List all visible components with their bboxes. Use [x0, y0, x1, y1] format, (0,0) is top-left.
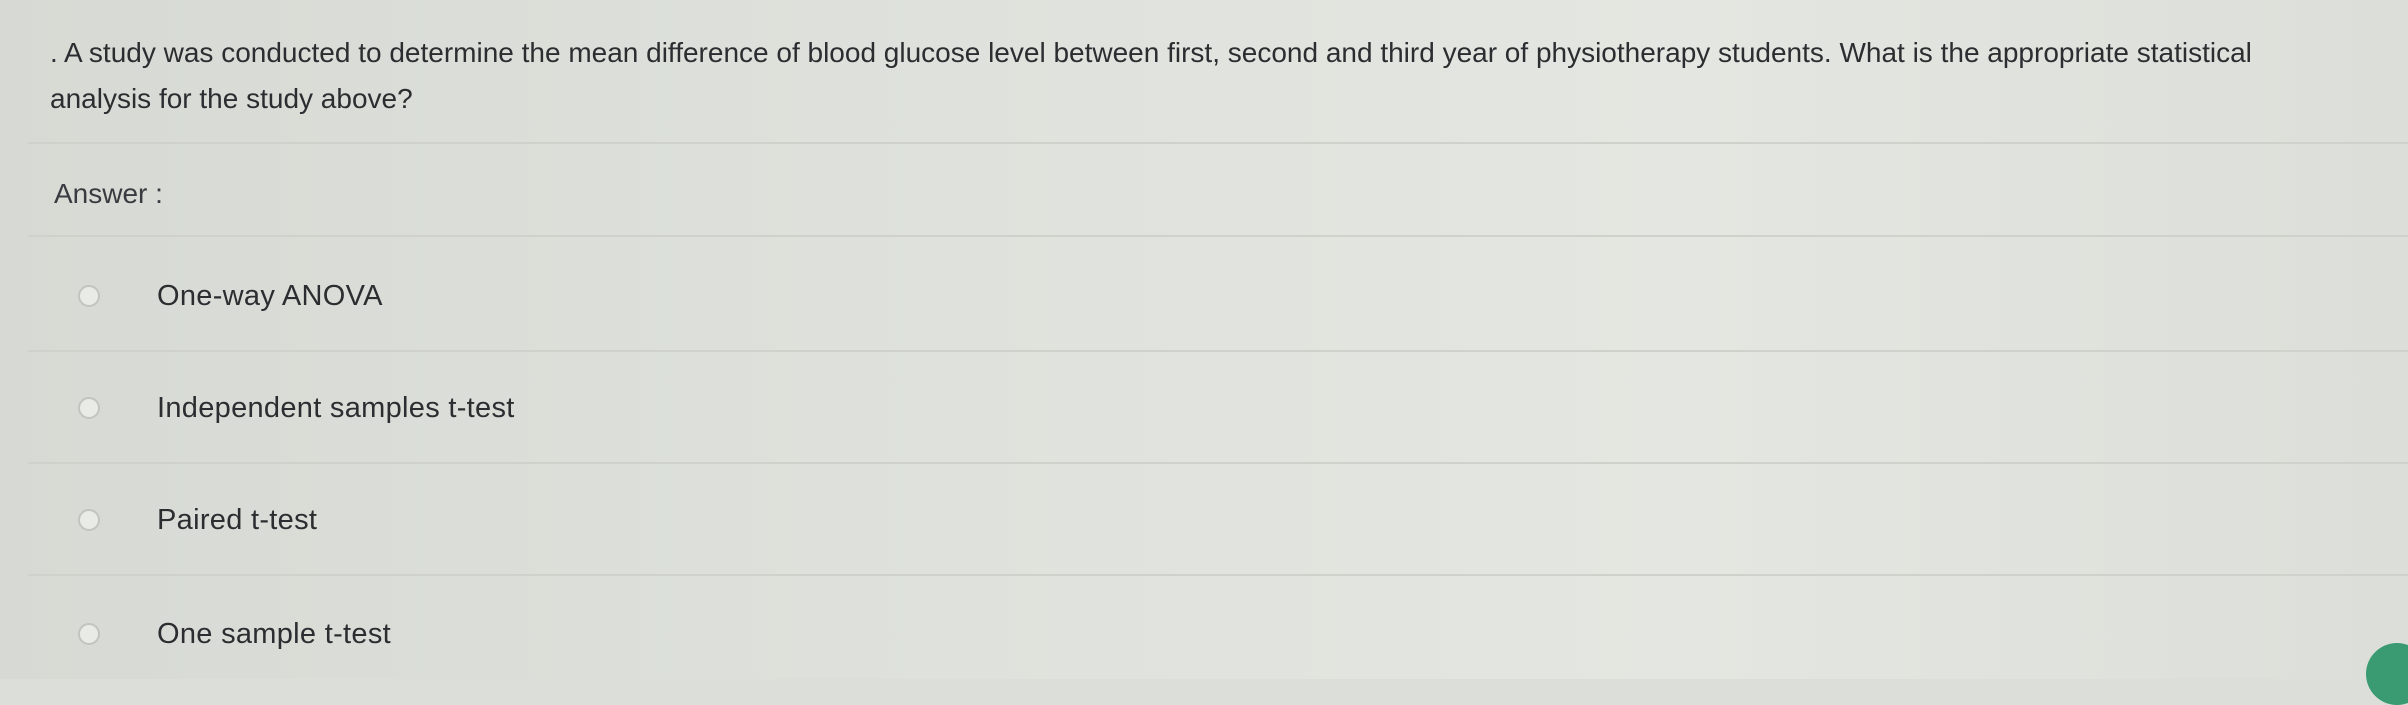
divider	[28, 350, 2408, 352]
divider	[28, 574, 2408, 576]
radio-button[interactable]	[78, 623, 100, 645]
quiz-page: . A study was conducted to determine the…	[0, 0, 2408, 705]
radio-button[interactable]	[78, 397, 100, 419]
option-label: One-way ANOVA	[157, 279, 383, 312]
option-label: Paired t-test	[157, 503, 318, 536]
divider	[28, 462, 2408, 464]
question-text: . A study was conducted to determine the…	[50, 37, 2252, 114]
divider	[28, 142, 2408, 144]
divider	[28, 235, 2408, 237]
radio-button[interactable]	[78, 285, 100, 307]
answer-label: Answer :	[54, 178, 163, 209]
answer-option-one-sample-t-test[interactable]: One sample t-test	[78, 604, 1078, 664]
answer-option-paired-t-test[interactable]: Paired t-test	[78, 490, 1078, 550]
radio-button[interactable]	[78, 509, 100, 531]
answer-option-independent-samples-t-test[interactable]: Independent samples t-test	[78, 378, 1078, 438]
answer-option-one-way-anova[interactable]: One-way ANOVA	[78, 266, 1078, 326]
option-label: Independent samples t-test	[157, 391, 515, 424]
corner-badge[interactable]	[2366, 643, 2408, 705]
option-label: One sample t-test	[157, 617, 391, 650]
